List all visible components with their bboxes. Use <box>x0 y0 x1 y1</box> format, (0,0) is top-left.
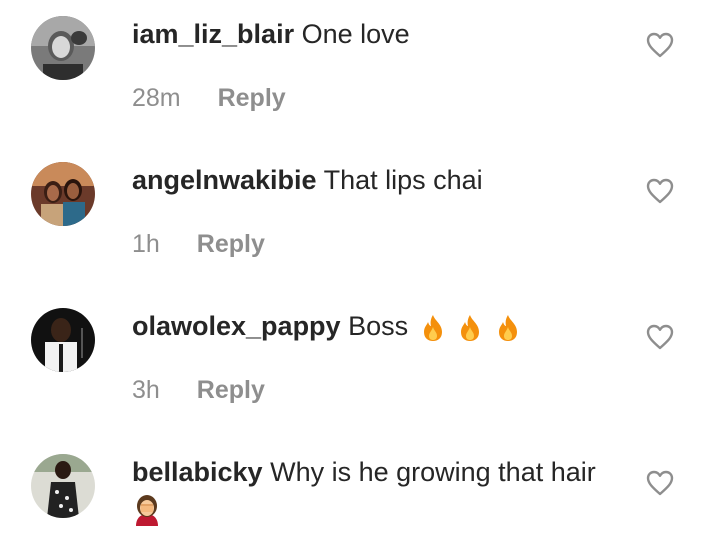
woman-facepalming-emoji-icon <box>136 494 158 526</box>
reply-button[interactable]: Reply <box>197 375 265 405</box>
fire-emoji-icon <box>461 314 480 341</box>
comment-body: Why is he growing that hair <box>270 457 596 487</box>
comment-text: bellabicky Why is he growing that hair <box>132 454 620 490</box>
username-link[interactable]: iam_liz_blair <box>132 19 294 49</box>
fire-emoji-icon <box>423 314 442 341</box>
comment-text: olawolex_pappy Boss <box>132 308 620 344</box>
username-link[interactable]: olawolex_pappy <box>132 311 341 341</box>
avatar[interactable] <box>31 308 95 372</box>
avatar[interactable] <box>31 162 95 226</box>
avatar[interactable] <box>31 16 95 80</box>
username-link[interactable]: bellabicky <box>132 457 263 487</box>
like-heart-icon[interactable] <box>646 470 674 496</box>
comment-body: Boss <box>348 311 409 341</box>
comment-timestamp: 1h <box>132 230 160 258</box>
reply-button[interactable]: Reply <box>197 229 265 259</box>
fire-emoji-icon <box>498 314 517 341</box>
like-heart-icon[interactable] <box>646 32 674 58</box>
username-link[interactable]: angelnwakibie <box>132 165 317 195</box>
comment-text: angelnwakibie That lips chai <box>132 162 620 198</box>
comment-text: iam_liz_blair One love <box>132 16 620 52</box>
comment-meta: 3h Reply <box>132 375 265 405</box>
comment-emoji-line <box>132 490 620 526</box>
like-heart-icon[interactable] <box>646 324 674 350</box>
comment-body: That lips chai <box>323 165 483 195</box>
comment-timestamp: 28m <box>132 84 181 112</box>
comment-meta: 1h Reply <box>132 229 265 259</box>
comment-body: One love <box>301 19 410 49</box>
comment-meta: 28m Reply <box>132 83 286 113</box>
avatar[interactable] <box>31 454 95 518</box>
reply-button[interactable]: Reply <box>218 83 286 113</box>
comment-timestamp: 3h <box>132 376 160 404</box>
like-heart-icon[interactable] <box>646 178 674 204</box>
